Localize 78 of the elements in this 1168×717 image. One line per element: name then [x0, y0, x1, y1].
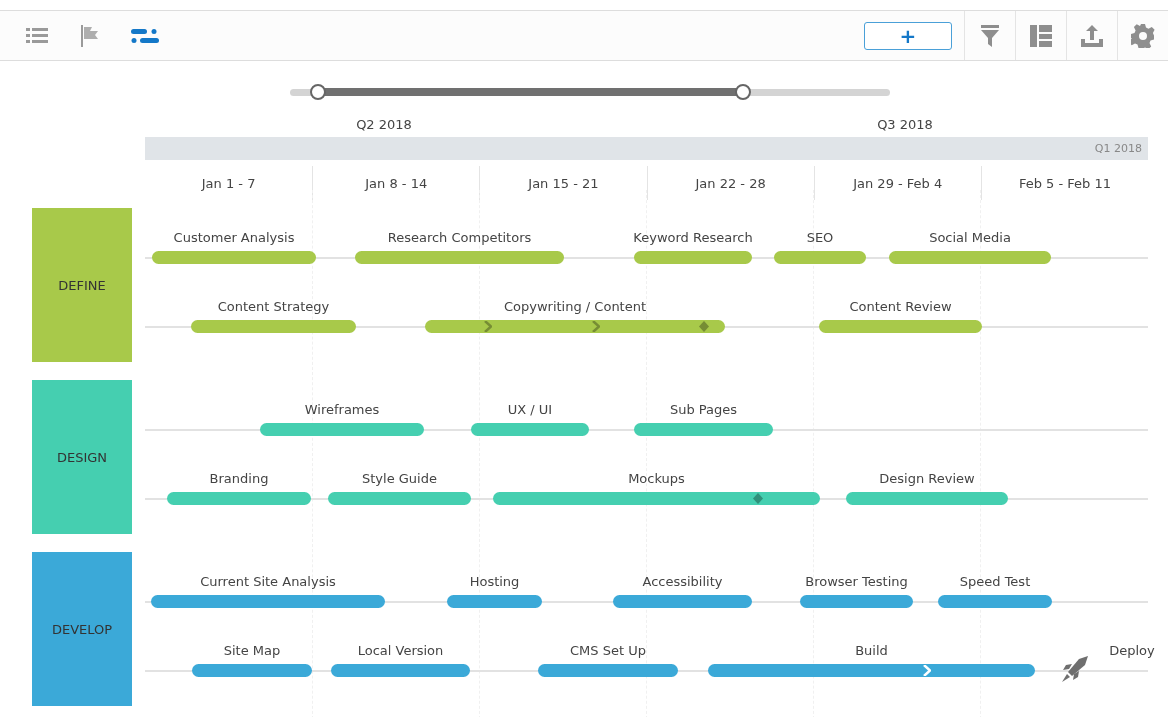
task-bar[interactable] — [471, 423, 589, 436]
task-bar[interactable] — [493, 492, 820, 505]
group-label: DEVELOP — [32, 552, 132, 706]
task-label: Customer Analysis — [173, 230, 295, 245]
task-bar[interactable] — [331, 664, 470, 677]
week-header: Jan 1 - 7 — [200, 174, 257, 193]
task-bar[interactable] — [425, 320, 725, 333]
week-header: Jan 29 - Feb 4 — [813, 166, 981, 200]
task-label: Content Review — [849, 299, 952, 314]
upload-icon — [1081, 24, 1103, 47]
task-label: Mockups — [628, 471, 685, 486]
task-bar[interactable] — [151, 595, 385, 608]
task-bar[interactable] — [634, 423, 773, 436]
week-header: Feb 5 - Feb 11 — [980, 166, 1148, 200]
task-label: Content Strategy — [217, 299, 330, 314]
task-bar[interactable] — [355, 251, 564, 264]
task-bar[interactable] — [800, 595, 913, 608]
task-label: Design Review — [879, 471, 975, 486]
task-bar[interactable] — [613, 595, 752, 608]
rocket-icon — [1060, 655, 1090, 683]
task-label: Research Competitors — [387, 230, 532, 245]
task-label: UX / UI — [507, 402, 553, 417]
week-header: Jan 22 - 28 — [646, 166, 814, 200]
milestone-label: Deploy — [1109, 643, 1155, 658]
task-label: Browser Testing — [805, 574, 908, 589]
task-bar[interactable] — [634, 251, 752, 264]
diamond-icon — [752, 493, 763, 504]
task-label: Branding — [209, 471, 269, 486]
slider-handle[interactable] — [310, 84, 327, 100]
list-icon — [26, 26, 48, 45]
timeline-icon — [131, 26, 159, 45]
task-bar[interactable] — [889, 251, 1051, 264]
diamond-icon — [699, 321, 709, 332]
task-bar[interactable] — [152, 251, 316, 264]
group-label: DESIGN — [32, 380, 132, 534]
quarter-label: Q2 2018 — [356, 117, 412, 132]
task-bar[interactable] — [774, 251, 866, 264]
task-bar[interactable] — [938, 595, 1052, 608]
chevron-icon — [923, 665, 932, 676]
task-label: Build — [855, 643, 888, 658]
task-label: SEO — [806, 230, 834, 245]
task-label: Wireframes — [304, 402, 380, 417]
task-label: Accessibility — [642, 574, 723, 589]
task-bar[interactable] — [447, 595, 542, 608]
task-label: Site Map — [223, 643, 281, 658]
task-label: Hosting — [469, 574, 520, 589]
chevron-icon — [484, 321, 492, 332]
task-bar[interactable] — [192, 664, 312, 677]
task-bar[interactable] — [538, 664, 678, 677]
task-label: Local Version — [357, 643, 444, 658]
task-bar[interactable] — [819, 320, 982, 333]
task-bar[interactable] — [167, 492, 311, 505]
task-label: Copywriting / Content — [503, 299, 647, 314]
task-bar[interactable] — [708, 664, 1035, 677]
task-label: Style Guide — [362, 471, 437, 486]
filter-icon — [981, 24, 999, 47]
group-label: DEFINE — [32, 208, 132, 362]
task-bar[interactable] — [260, 423, 424, 436]
week-header: Jan 15 - 21 — [479, 166, 647, 200]
flag-icon — [81, 24, 101, 47]
task-bar[interactable] — [328, 492, 471, 505]
week-header: Jan 8 - 14 — [312, 166, 480, 200]
task-label: Speed Test — [959, 574, 1031, 589]
task-label: Current Site Analysis — [200, 574, 336, 589]
task-label: Keyword Research — [633, 230, 753, 245]
add-button[interactable]: + — [864, 21, 952, 50]
task-label: Social Media — [929, 230, 1011, 245]
layout-icon — [1030, 24, 1052, 47]
quarter-label: Q1 2018 — [1094, 142, 1142, 155]
quarter-label: Q3 2018 — [877, 117, 933, 132]
task-label: Sub Pages — [669, 402, 738, 417]
settings-icon — [1131, 23, 1155, 48]
slider-handle[interactable] — [735, 84, 751, 100]
task-label: CMS Set Up — [570, 643, 646, 658]
range-slider[interactable] — [290, 84, 890, 100]
task-bar[interactable] — [846, 492, 1008, 505]
task-bar[interactable] — [191, 320, 356, 333]
chevron-icon — [592, 321, 600, 332]
